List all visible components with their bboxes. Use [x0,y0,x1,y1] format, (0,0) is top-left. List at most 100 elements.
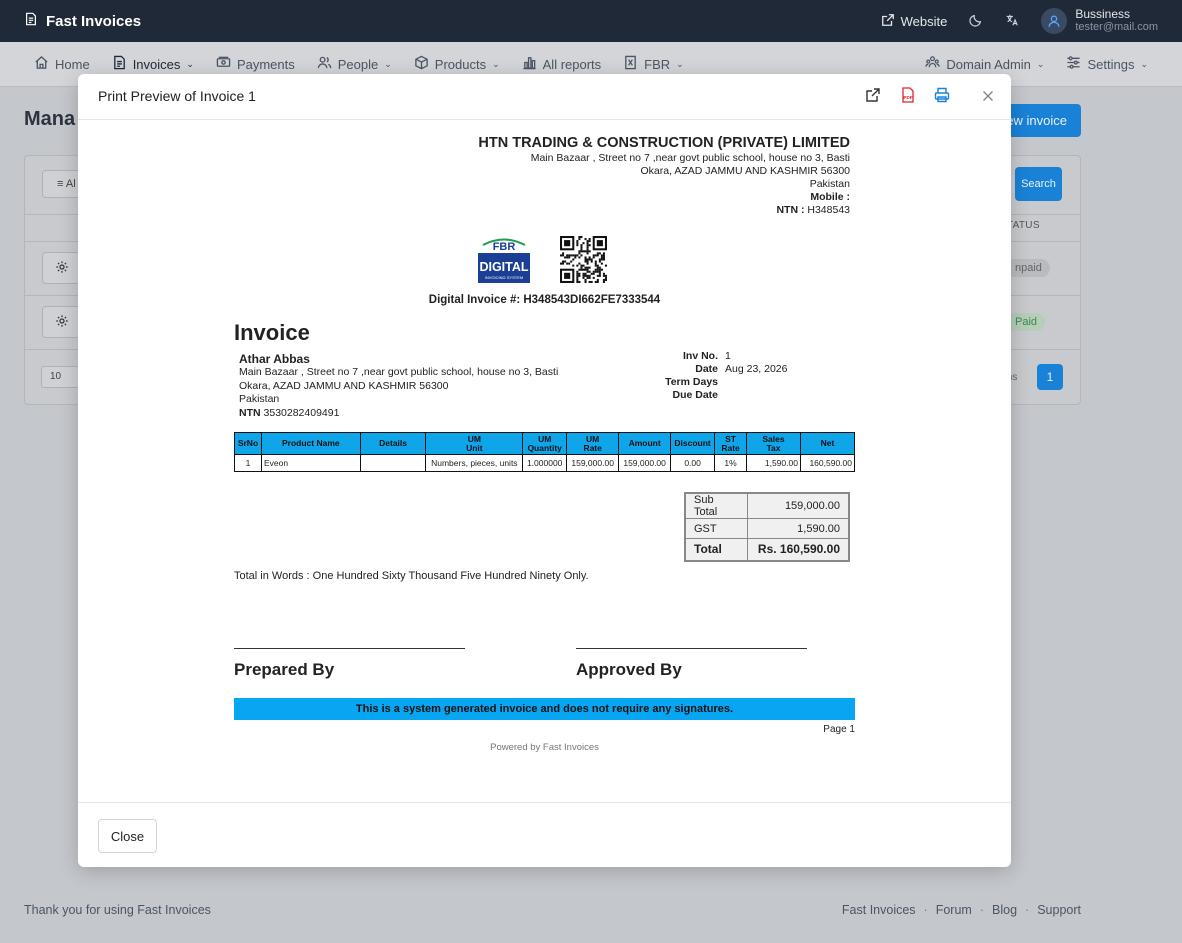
nav-item-label: Products [434,56,487,72]
nav-item-fbr[interactable]: FBR ⌄ [623,55,684,73]
print-button[interactable] [933,87,951,105]
search-button[interactable]: Search [1015,167,1062,201]
subtotal-label: Sub Total [684,492,748,519]
term-days-label: Term Days [665,376,718,388]
nav-item-label: Settings [1087,56,1135,72]
footer-links: Fast Invoices · Forum · Blog · Support [842,903,1081,917]
column-header: UM Rate [566,432,620,455]
nav-item-all-reports[interactable]: All reports [522,55,601,73]
open-new-window-button[interactable] [864,87,882,105]
nav-item-label: Domain Admin [946,56,1031,72]
theme-toggle-button[interactable] [969,13,983,30]
system-generated-note: This is a system generated invoice and d… [234,698,855,720]
download-pdf-button[interactable]: PDF [899,86,917,105]
fbr-logo-main-text: DIGITAL [479,260,528,274]
team-icon [925,55,941,73]
row-actions-button[interactable] [42,306,82,338]
column-header: ST Rate [714,432,748,455]
app-title: Fast Invoices [46,12,142,30]
customer-address-line-2: Okara, AZAD JAMMU AND KASHMIR 56300 [239,379,449,392]
user-menu[interactable]: Bussiness tester@mail.com [1041,8,1158,34]
qr-code [560,236,607,283]
nav-item-label: FBR [644,56,671,72]
gst-row: GST 1,590.00 [684,518,850,539]
date-label: Date [695,363,718,375]
row-actions-button[interactable] [42,252,82,284]
company-mobile: Mobile : [478,191,850,204]
fbr-logo-sub-text: INVOICING SYSTEM [485,275,523,280]
due-date-value [725,389,787,402]
box-icon [414,55,429,73]
nav-item-home[interactable]: Home [34,55,90,73]
close-icon[interactable] [979,87,997,105]
chevron-down-icon: ⌄ [186,58,194,69]
footer-thanks: Thank you for using Fast Invoices [24,903,211,917]
footer-link-blog[interactable]: Blog [992,903,1017,917]
column-header: Net [799,432,856,455]
chevron-down-icon: ⌄ [384,58,392,69]
powered-by: Powered by Fast Invoices [490,742,599,753]
chevron-down-icon: ⌄ [492,58,500,69]
signature-line [234,648,465,649]
nav-item-invoices[interactable]: Invoices ⌄ [112,55,194,73]
per-page-select[interactable]: 10 [41,366,81,388]
footer-link-support[interactable]: Support [1037,903,1081,917]
status-badge: npaid [1005,259,1050,277]
total-row: Total Rs. 160,590.00 [684,538,850,561]
translate-icon [1005,13,1019,30]
table-header-row: SrNo Product Name Details UM Unit UM Quant… [234,432,856,455]
prepared-by-label: Prepared By [234,660,335,679]
nav-item-label: People [337,56,379,72]
nav-item-payments[interactable]: Payments [216,55,295,73]
ntn-label: NTN : [776,204,805,216]
cell-details [359,454,427,472]
cell-qty: 1.000000 [522,454,568,472]
cell-unit: Numbers, pieces, units [425,454,524,472]
nav-item-people[interactable]: People ⌄ [317,55,392,73]
gear-icon [55,260,69,277]
invoice-meta: Inv No. 1 Date Aug 23, 2026 Term Days Due … [654,350,787,402]
printer-icon [934,87,950,106]
footer-link-fast-invoices[interactable]: Fast Invoices [842,903,916,917]
user-name: Bussiness [1075,7,1131,21]
avatar [1041,8,1068,34]
inv-no-value: 1 [725,350,731,362]
digital-invoice-number: Digital Invoice #: H348543DI662FE7333544 [428,294,661,306]
language-button[interactable] [1005,13,1019,30]
status-badge: Paid [1005,313,1046,331]
column-header: Details [359,432,427,455]
chevron-down-icon: ⌄ [1036,58,1045,69]
fbr-digital-logo: FBR DIGITAL INVOICING SYSTEM [478,238,530,283]
cell-rate: 159,000.00 [566,454,620,472]
pagination-page-1[interactable]: 1 [1037,364,1063,390]
website-link[interactable]: Website [881,13,948,30]
subtotal-value: 159,000.00 [746,492,850,519]
customer-name: Athar Abbas [239,352,310,366]
column-header: Product Name [260,432,361,455]
nav-item-products[interactable]: Products ⌄ [414,55,500,73]
column-header: SrNo [234,432,262,455]
external-link-icon [865,87,881,106]
column-header: UM Unit [425,432,524,455]
column-header: UM Quantity [522,432,568,455]
close-button[interactable]: Close [98,819,157,853]
receipt-icon [623,55,638,73]
ntn-value: 3530282409491 [263,406,340,419]
app-brand[interactable]: Fast Invoices [24,12,141,30]
nav-item-domain-admin[interactable]: Domain Admin ⌄ [925,55,1044,73]
term-days-value [725,376,787,389]
nav-item-settings[interactable]: Settings ⌄ [1066,55,1148,73]
signature-line [576,648,807,649]
total-in-words: Total in Words : One Hundred Sixty Thous… [234,570,589,582]
company-country: Pakistan [809,178,850,190]
modal-header: Print Preview of Invoice 1 PDF [78,74,1011,120]
home-icon [34,55,49,73]
total-label: Total [684,538,748,561]
table-row: 1 Eveon Numbers, pieces, units 1.000000 … [234,454,856,472]
separator: · [1025,903,1030,917]
line-items-table: SrNo Product Name Details UM Unit UM Quant… [234,432,856,472]
column-header-status: TATUS [1007,220,1040,231]
website-label: Website [900,13,948,29]
footer-link-forum[interactable]: Forum [936,903,972,917]
invoice-logo-icon [24,12,38,30]
